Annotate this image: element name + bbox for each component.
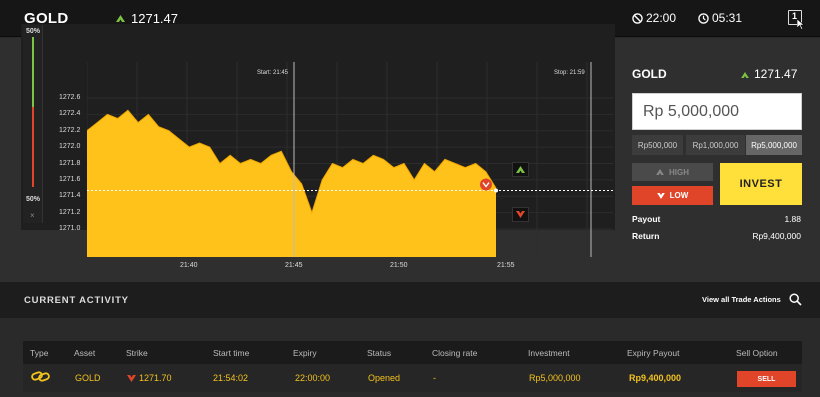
y-tick-label: 1271.8	[59, 159, 81, 167]
search-icon[interactable]	[789, 293, 802, 306]
history-clock-icon	[698, 12, 709, 24]
amount-field[interactable]	[632, 93, 802, 130]
gauge-close-icon[interactable]: ×	[30, 211, 35, 220]
high-button-label: HIGH	[669, 167, 689, 177]
y-tick-label: 1271.4	[59, 192, 81, 200]
sentiment-gauge: 50% 50% ×	[23, 25, 43, 223]
payout-value: 1.88	[784, 214, 801, 224]
col-expiry-payout: Expiry Payout	[627, 348, 680, 358]
return-label: Return	[632, 231, 660, 241]
price-chart[interactable]	[87, 62, 613, 257]
down-arrow-icon	[127, 375, 136, 382]
row-closing-rate: -	[433, 373, 436, 383]
trend-down-button[interactable]	[512, 207, 529, 222]
trade-asset-name: GOLD	[632, 67, 667, 81]
expiry-time: 22:00	[646, 11, 677, 25]
block-clock-icon	[632, 12, 643, 24]
preset-5m-button[interactable]: Rp5,000,000	[746, 135, 802, 155]
cursor-icon	[797, 19, 805, 30]
stop-marker-label: Stop: 21:59	[554, 70, 585, 76]
gauge-down-bar	[32, 107, 34, 187]
y-tick-label: 1271.0	[59, 225, 81, 232]
gauge-top-pct: 50%	[26, 28, 41, 35]
trend-up-button[interactable]	[512, 162, 529, 177]
link-type-icon	[31, 371, 50, 382]
expiry-clock: 22:00	[632, 11, 676, 25]
col-sell-option: Sell Option	[736, 348, 778, 358]
col-start-time: Start time	[213, 348, 250, 358]
gauge-bottom-pct: 50%	[26, 196, 41, 203]
return-value: Rp9,400,000	[752, 231, 801, 241]
row-expiry-payout: Rp9,400,000	[629, 373, 682, 383]
down-arrow-icon	[516, 211, 525, 218]
preset-1m-button[interactable]: Rp1,000,000	[686, 135, 745, 155]
y-tick-label: 1272.2	[59, 126, 81, 134]
y-tick-label: 1272.6	[59, 94, 81, 101]
col-asset: Asset	[74, 348, 96, 358]
countdown-clock: 05:31	[698, 11, 742, 25]
x-tick-label: 21:45	[285, 262, 303, 269]
trade-price-value: 1271.47	[754, 67, 798, 81]
gauge-up-bar	[32, 37, 34, 107]
x-tick-label: 21:40	[180, 262, 198, 269]
activity-title: CURRENT ACTIVITY	[24, 295, 129, 306]
x-tick-label: 21:55	[497, 262, 515, 269]
row-strike: 1271.70	[139, 373, 172, 383]
up-arrow-icon	[516, 166, 525, 173]
up-arrow-icon	[741, 71, 749, 80]
row-asset: GOLD	[75, 373, 101, 383]
low-button-label: LOW	[669, 191, 689, 200]
col-type: Type	[30, 348, 49, 358]
price-area	[87, 110, 496, 257]
col-strike: Strike	[126, 348, 148, 358]
up-arrow-icon	[656, 169, 664, 175]
row-status: Opened	[368, 373, 401, 383]
amount-input[interactable]	[633, 94, 801, 129]
low-button[interactable]: LOW	[632, 186, 713, 205]
col-expiry: Expiry	[293, 348, 317, 358]
preset-500k-button[interactable]: Rp500,000	[632, 135, 683, 155]
start-marker-label: Start: 21:45	[257, 70, 289, 76]
invest-button[interactable]: INVEST	[720, 163, 802, 205]
payout-label: Payout	[632, 214, 661, 224]
down-arrow-icon	[656, 192, 665, 199]
row-start-time: 21:54:02	[213, 373, 249, 383]
col-status: Status	[367, 348, 392, 358]
countdown-time: 05:31	[712, 11, 743, 25]
col-closing-rate: Closing rate	[432, 348, 478, 358]
y-tick-label: 1272.4	[59, 110, 81, 118]
row-expiry: 22:00:00	[295, 373, 331, 383]
y-tick-label: 1271.2	[59, 208, 81, 216]
view-all-trades-link[interactable]: View all Trade Actions	[702, 295, 781, 304]
y-tick-label: 1272.0	[59, 143, 81, 151]
current-trade-pin	[480, 178, 492, 191]
up-arrow-icon	[116, 14, 125, 24]
y-tick-label: 1271.6	[59, 175, 81, 183]
sell-button[interactable]: SELL	[737, 371, 796, 387]
row-investment: Rp5,000,000	[529, 373, 581, 383]
col-investment: Investment	[528, 348, 570, 358]
high-button[interactable]: HIGH	[632, 163, 713, 181]
x-tick-label: 21:50	[390, 262, 408, 269]
trade-price: 1271.47	[741, 67, 797, 81]
current-price-dot	[494, 188, 498, 193]
